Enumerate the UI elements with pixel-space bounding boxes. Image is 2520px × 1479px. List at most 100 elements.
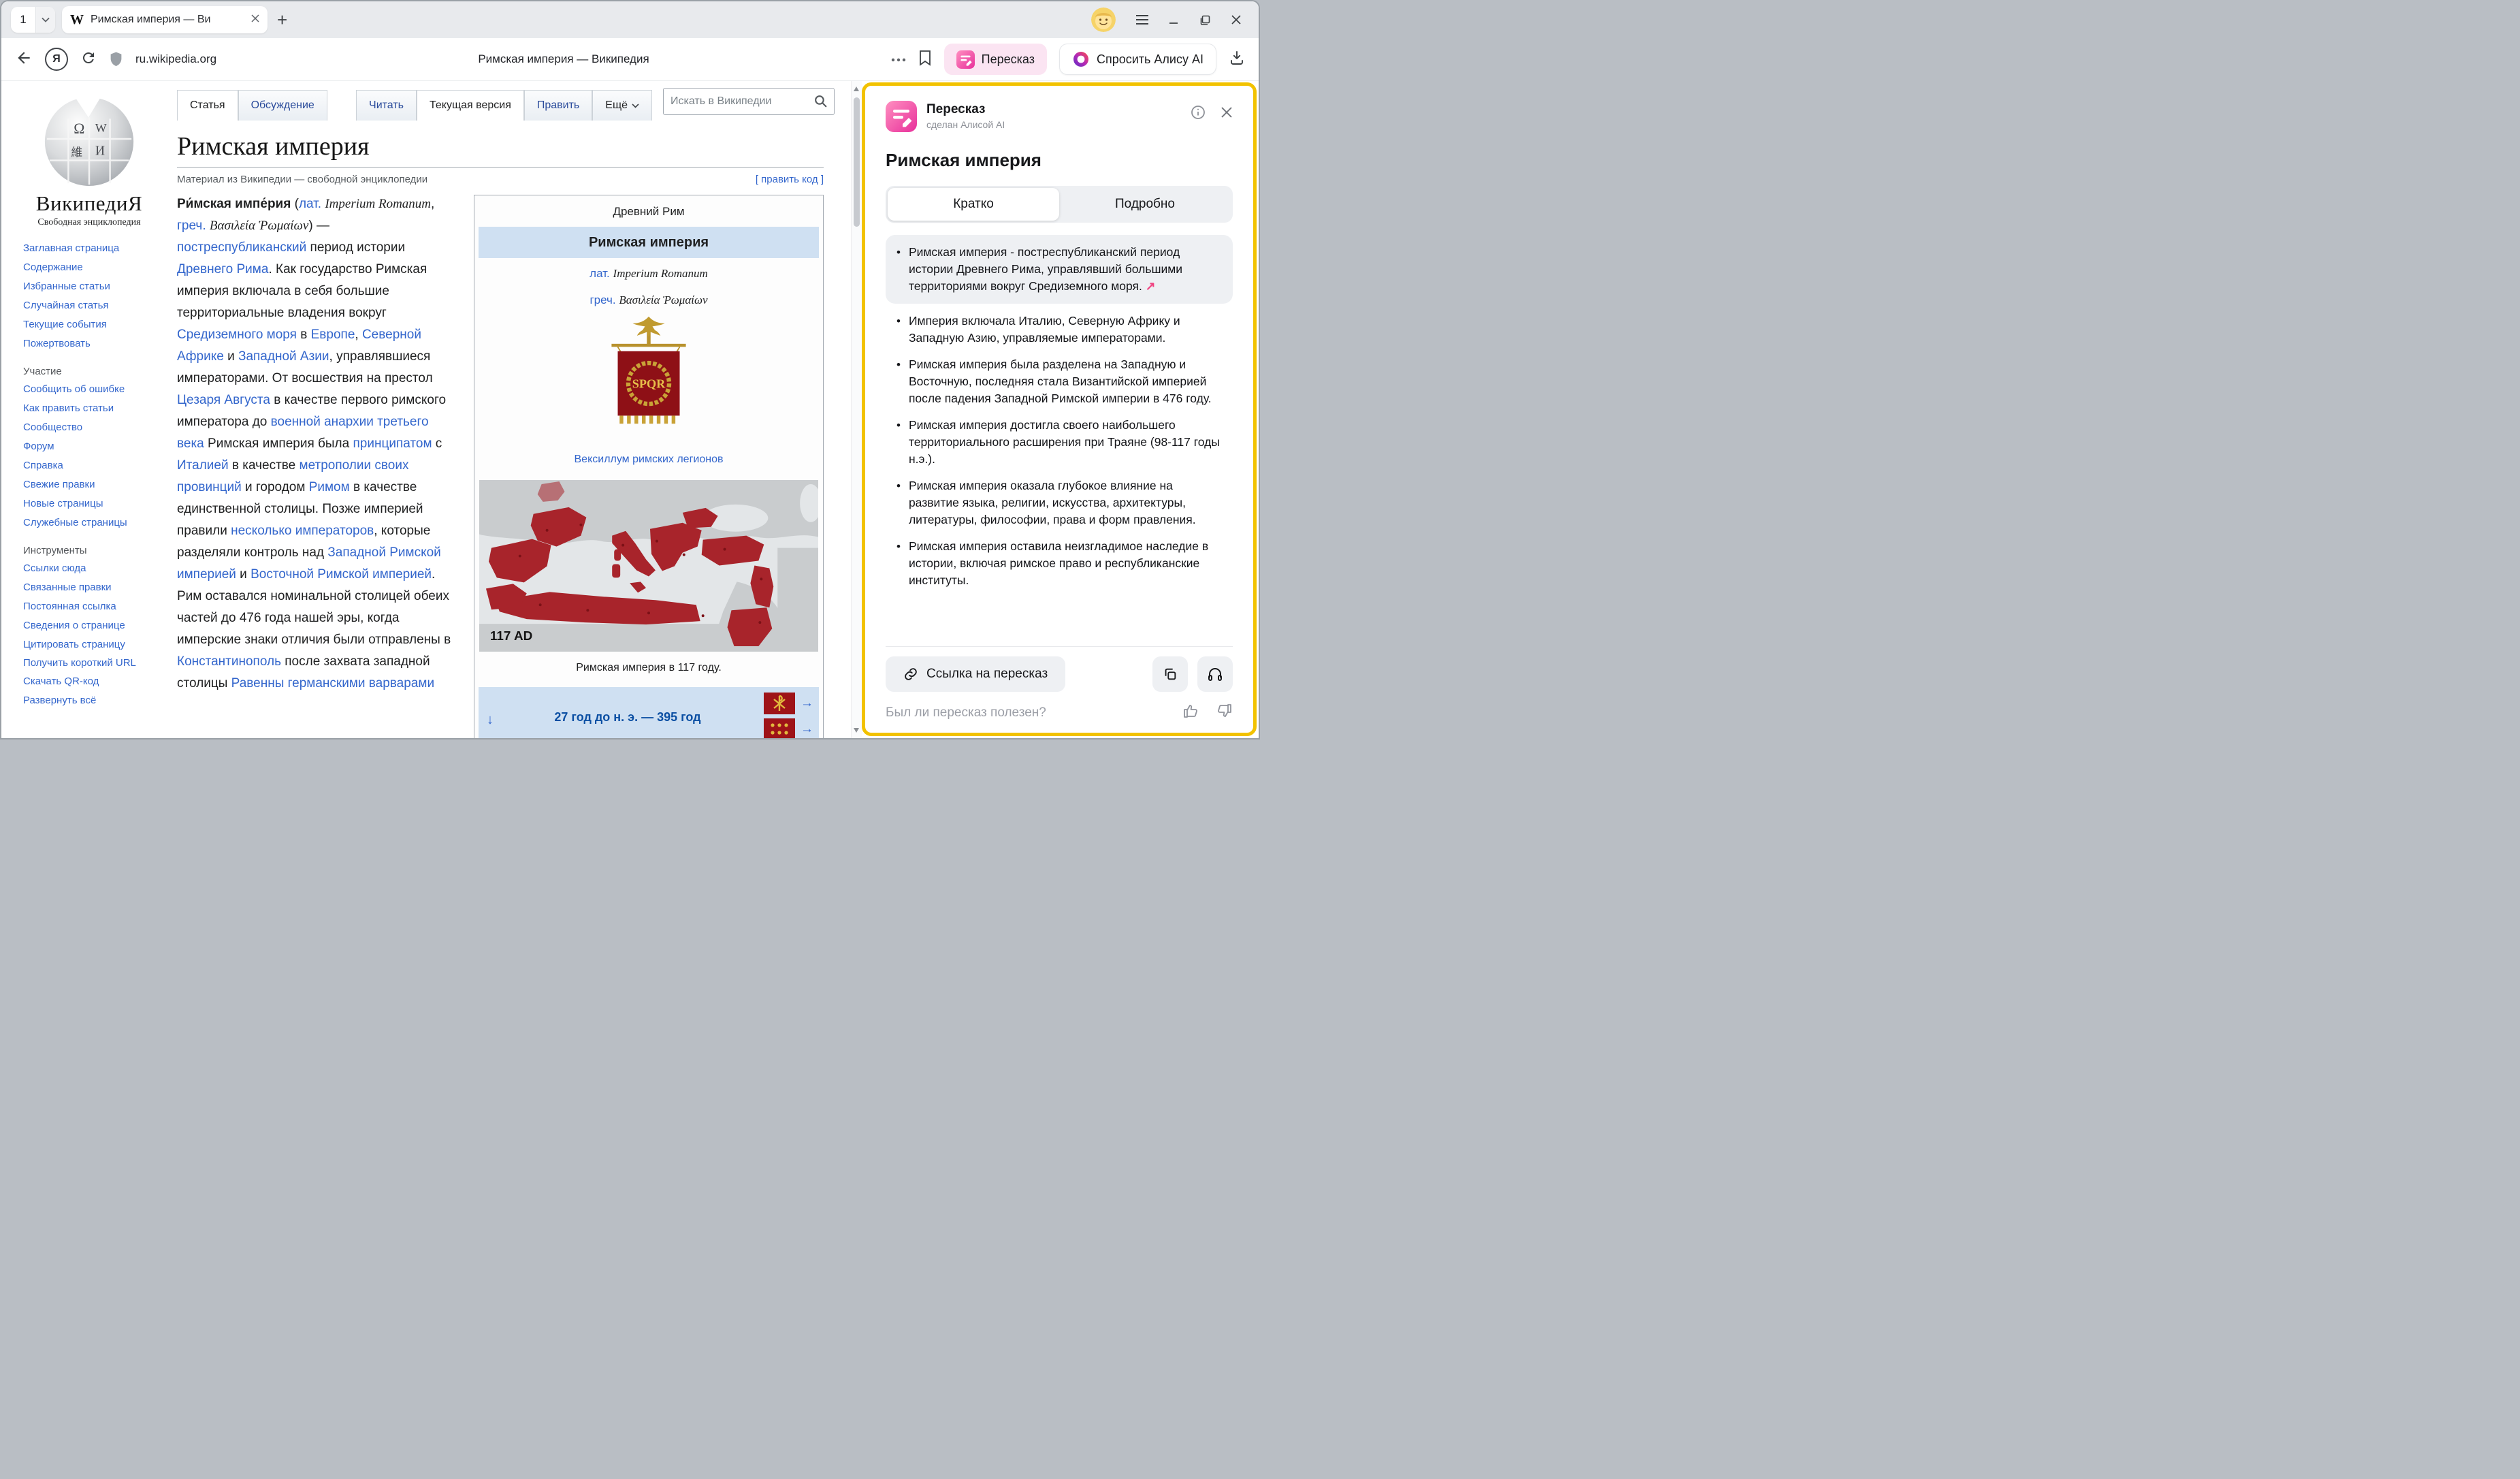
wiki-inline-link[interactable]: Восточной Римской империей bbox=[251, 567, 432, 582]
sidebar-item-how-to-edit[interactable]: Как править статьи bbox=[23, 399, 177, 418]
wiki-inline-link[interactable]: Равенны bbox=[231, 676, 285, 690]
sidebar-item-main[interactable]: Заглавная страница bbox=[23, 239, 177, 258]
alice-button-label: Спросить Алису AI bbox=[1097, 52, 1204, 67]
yandex-button[interactable]: Я bbox=[45, 48, 68, 71]
sidebar-item-recent-changes[interactable]: Свежие правки bbox=[23, 475, 177, 494]
more-actions-icon[interactable] bbox=[891, 53, 906, 65]
wiki-inline-link[interactable]: Цезаря Августа bbox=[177, 393, 270, 407]
tab-detailed[interactable]: Подробно bbox=[1059, 188, 1231, 221]
wiki-inline-link[interactable]: лат. bbox=[299, 197, 321, 211]
tab-talk[interactable]: Обсуждение bbox=[238, 90, 327, 121]
tab-edit[interactable]: Править bbox=[524, 90, 592, 121]
tab-list-chevron-icon[interactable] bbox=[35, 7, 55, 33]
sidebar-item-short-url[interactable]: Получить короткий URL bbox=[23, 654, 139, 672]
wikipedia-globe-logo[interactable]: Ω И 維 W bbox=[39, 88, 140, 189]
scroll-up-icon[interactable] bbox=[854, 86, 859, 91]
url-text[interactable]: ru.wikipedia.org bbox=[135, 52, 216, 66]
ask-alice-button[interactable]: Спросить Алису AI bbox=[1059, 44, 1216, 75]
wiki-search-input[interactable] bbox=[663, 88, 835, 115]
wiki-inline-link[interactable]: Константинополь bbox=[177, 654, 281, 669]
new-tab-button[interactable]: + bbox=[277, 11, 287, 29]
sidebar-item-page-info[interactable]: Сведения о странице bbox=[23, 616, 177, 635]
sidebar-item-related-changes[interactable]: Связанные правки bbox=[23, 578, 177, 597]
thumbs-up-icon[interactable] bbox=[1182, 703, 1199, 723]
refresh-button[interactable] bbox=[80, 50, 97, 69]
downloads-icon[interactable] bbox=[1229, 50, 1245, 69]
wiki-inline-link[interactable]: принципатом bbox=[353, 436, 432, 451]
wiki-inline-link[interactable]: Средиземного моря bbox=[177, 328, 297, 342]
vexillum-figure[interactable]: SPQR bbox=[474, 315, 823, 447]
retell-link-button[interactable]: Ссылка на пересказ bbox=[886, 656, 1065, 692]
maximize-button[interactable] bbox=[1192, 7, 1218, 32]
sidebar-item-permanent-link[interactable]: Постоянная ссылка bbox=[23, 597, 177, 616]
retell-toolbar-button[interactable]: Пересказ bbox=[944, 44, 1047, 75]
protect-shield-icon[interactable] bbox=[109, 51, 123, 67]
search-icon[interactable] bbox=[813, 94, 828, 112]
sidebar-item-featured[interactable]: Избранные статьи bbox=[23, 277, 177, 296]
browser-menu-icon[interactable] bbox=[1129, 7, 1155, 32]
back-button[interactable] bbox=[15, 49, 33, 70]
minimize-button[interactable] bbox=[1161, 7, 1186, 32]
sidebar-item-donate[interactable]: Пожертвовать bbox=[23, 334, 177, 353]
sidebar-item-report-error[interactable]: Сообщить об ошибке bbox=[23, 380, 177, 399]
wiki-inline-link[interactable]: греч. bbox=[177, 219, 206, 233]
sidebar-item-expand-all[interactable]: Развернуть всё bbox=[23, 691, 177, 710]
sidebar-item-special-pages[interactable]: Служебные страницы bbox=[23, 513, 177, 532]
tab-more-label: Ещё bbox=[605, 99, 628, 112]
tab-article[interactable]: Статья bbox=[177, 90, 238, 121]
sidebar-item-cite-page[interactable]: Цитировать страницу bbox=[23, 635, 177, 654]
scroll-down-icon[interactable] bbox=[854, 728, 859, 733]
wiki-inline-link[interactable]: военной анархии bbox=[271, 415, 374, 429]
sidebar-item-what-links-here[interactable]: Ссылки сюда bbox=[23, 559, 177, 578]
wiki-inline-link[interactable]: Западной Азии bbox=[238, 349, 329, 364]
sidebar-item-help[interactable]: Справка bbox=[23, 456, 177, 475]
listen-retell-button[interactable] bbox=[1197, 656, 1233, 692]
tab-brief[interactable]: Кратко bbox=[888, 188, 1059, 221]
sidebar-item-forum[interactable]: Форум bbox=[23, 437, 177, 456]
bookmark-icon[interactable] bbox=[918, 50, 932, 69]
close-window-button[interactable] bbox=[1223, 7, 1249, 32]
thumbs-down-icon[interactable] bbox=[1216, 703, 1233, 723]
sidebar-item-current-events[interactable]: Текущие события bbox=[23, 315, 177, 334]
user-avatar[interactable] bbox=[1091, 7, 1116, 32]
western-empire-flag[interactable] bbox=[764, 693, 795, 714]
edit-code-link[interactable]: [ править код ] bbox=[756, 174, 824, 185]
succession-down-arrow[interactable]: ↓ bbox=[487, 709, 494, 731]
retell-bullet-list: • Римская империя - постреспубликанский … bbox=[886, 235, 1233, 641]
wiki-inline-link[interactable]: Древнего Рима bbox=[177, 262, 268, 276]
sidebar-item-random[interactable]: Случайная статья bbox=[23, 296, 177, 315]
tab-more-dropdown[interactable]: Ещё bbox=[592, 90, 652, 121]
successor-arrow[interactable]: → bbox=[801, 718, 813, 738]
wiki-inline-link[interactable]: германскими варварами bbox=[288, 676, 434, 690]
latin-label[interactable]: лат. bbox=[589, 267, 610, 280]
tab-read[interactable]: Читать bbox=[356, 90, 417, 121]
vexillum-caption-link[interactable]: Вексиллум римских легионов bbox=[474, 449, 823, 471]
infobox-super-title[interactable]: Древний Рим bbox=[474, 195, 823, 224]
browser-tab[interactable]: W Римская империя — Ви bbox=[62, 6, 268, 33]
tab-counter[interactable]: 1 bbox=[11, 7, 55, 33]
wiki-inline-link[interactable]: несколько императоров bbox=[231, 524, 374, 538]
eastern-empire-flag[interactable] bbox=[764, 718, 795, 738]
tab-close-icon[interactable] bbox=[251, 14, 259, 26]
successor-arrow[interactable]: → bbox=[801, 693, 813, 714]
wiki-inline-link[interactable]: Италией bbox=[177, 458, 229, 473]
sidebar-item-new-pages[interactable]: Новые страницы bbox=[23, 494, 177, 513]
sidebar-item-community[interactable]: Сообщество bbox=[23, 418, 177, 437]
greek-label[interactable]: греч. bbox=[589, 293, 615, 306]
tab-current-version[interactable]: Текущая версия bbox=[417, 90, 524, 121]
empire-map-image[interactable]: 117 AD bbox=[479, 480, 818, 652]
close-panel-icon[interactable] bbox=[1221, 106, 1233, 122]
sidebar-item-contents[interactable]: Содержание bbox=[23, 258, 177, 277]
page-scrollbar[interactable] bbox=[851, 81, 862, 738]
sidebar-item-qr-code[interactable]: Скачать QR-код bbox=[23, 672, 177, 691]
wiki-inline-link[interactable]: Европе bbox=[311, 328, 355, 342]
source-link-arrow-icon[interactable]: ↗ bbox=[1146, 279, 1156, 293]
wikipedia-wordmark: ВикипедиЯ bbox=[1, 191, 177, 216]
sidebar-tools: Ссылки сюда Связанные правки Постоянная … bbox=[1, 559, 177, 710]
wiki-inline-link[interactable]: Римом bbox=[309, 480, 350, 494]
info-icon[interactable] bbox=[1191, 105, 1206, 123]
scrollbar-thumb[interactable] bbox=[854, 97, 860, 227]
wiki-inline-link[interactable]: постреспубликанский bbox=[177, 240, 306, 255]
empire-dates[interactable]: 27 год до н. э. — 395 год bbox=[554, 706, 700, 728]
copy-retell-button[interactable] bbox=[1152, 656, 1188, 692]
